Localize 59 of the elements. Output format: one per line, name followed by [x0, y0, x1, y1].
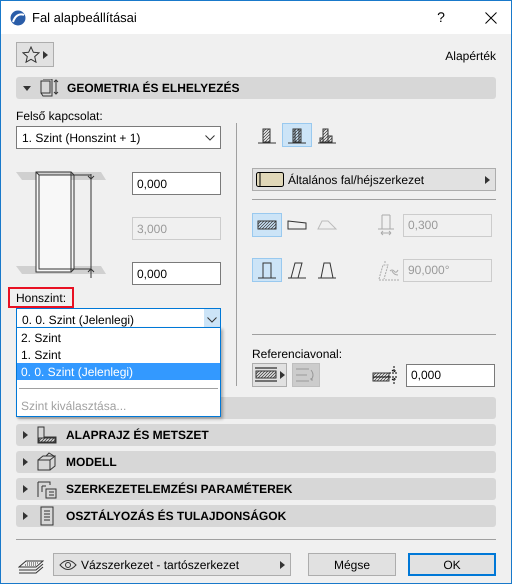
wall-shape-icon — [316, 219, 338, 231]
section-header[interactable]: ALAPRAJZ ÉS METSZET — [16, 424, 496, 446]
chevron-down-icon — [207, 316, 217, 322]
number-field[interactable]: 0,000 — [406, 364, 495, 386]
caret-icon — [23, 431, 28, 439]
cancel-button[interactable]: Mégse — [308, 553, 396, 576]
box-icon — [36, 452, 58, 472]
angle-icon — [377, 259, 399, 281]
wall-geometry-icon — [39, 79, 59, 97]
field-label: Felső kapcsolat: — [16, 108, 104, 123]
app-logo-icon — [10, 10, 26, 26]
caret-icon — [43, 50, 48, 58]
structure-icon — [36, 479, 58, 499]
number-field[interactable]: 0,000 — [132, 262, 221, 285]
wall-type-icon — [317, 126, 337, 144]
caret-icon — [280, 371, 284, 379]
close-icon[interactable] — [485, 12, 497, 24]
wall-type-button[interactable] — [282, 123, 312, 147]
ok-button[interactable]: OK — [408, 553, 496, 576]
caret-icon — [23, 86, 31, 90]
number-field[interactable]: 0,000 — [132, 172, 221, 195]
star-icon — [22, 46, 40, 63]
window-title: Fal alapbeállításai — [32, 8, 138, 27]
wall-shape-icon — [256, 219, 278, 231]
favorites-button[interactable] — [16, 42, 54, 67]
preset-label: Alapérték — [445, 48, 496, 65]
help-button[interactable]: ? — [431, 7, 451, 28]
section-header[interactable]: GEOMETRIA ÉS ELHELYEZÉS — [16, 77, 496, 99]
top-link-dropdown[interactable]: 1. Szint (Honszint + 1) — [16, 126, 221, 149]
dropdown-option[interactable]: 2. Szint — [17, 329, 220, 346]
wall-type-icon — [257, 126, 277, 144]
offset-icon — [372, 365, 400, 385]
section-header[interactable]: SZERKEZETELEMZÉSI PARAMÉTEREK — [16, 478, 496, 500]
floor-plan-icon — [36, 425, 58, 445]
wall-shape-button[interactable] — [252, 213, 282, 237]
composite-dropdown[interactable]: Általános fal/héjszerkezet — [252, 168, 496, 191]
wall-profile-icon — [257, 261, 277, 279]
composite-swatch-icon — [256, 172, 284, 187]
reference-line-button[interactable] — [252, 363, 287, 387]
caret-icon — [23, 512, 28, 520]
wall-profile-icon — [287, 261, 307, 279]
caret-icon — [23, 458, 28, 466]
wall-type-icon — [287, 126, 307, 144]
thickness-icon — [377, 214, 395, 236]
chevron-down-icon — [205, 134, 215, 140]
field-label: Referenciavonal: — [252, 346, 344, 360]
section-header[interactable]: OSZTÁLYOZÁS ÉS TULAJDONSÁGOK — [16, 505, 496, 527]
wall-profile-button[interactable] — [252, 258, 282, 282]
wall-profile-icon — [317, 261, 337, 279]
caret-icon — [23, 485, 28, 493]
section-header[interactable]: MODELL — [16, 451, 496, 473]
caret-icon — [485, 176, 490, 184]
wall-shape-icon — [286, 219, 308, 231]
field-label: Honszint: — [8, 287, 74, 308]
reference-line-icon — [254, 367, 276, 383]
layer-dropdown[interactable]: Vázszerkezet - tartószerkezet — [53, 553, 291, 576]
eye-icon — [59, 558, 77, 570]
dropdown-option[interactable]: 1. Szint — [17, 346, 220, 363]
caret-icon — [280, 560, 285, 568]
